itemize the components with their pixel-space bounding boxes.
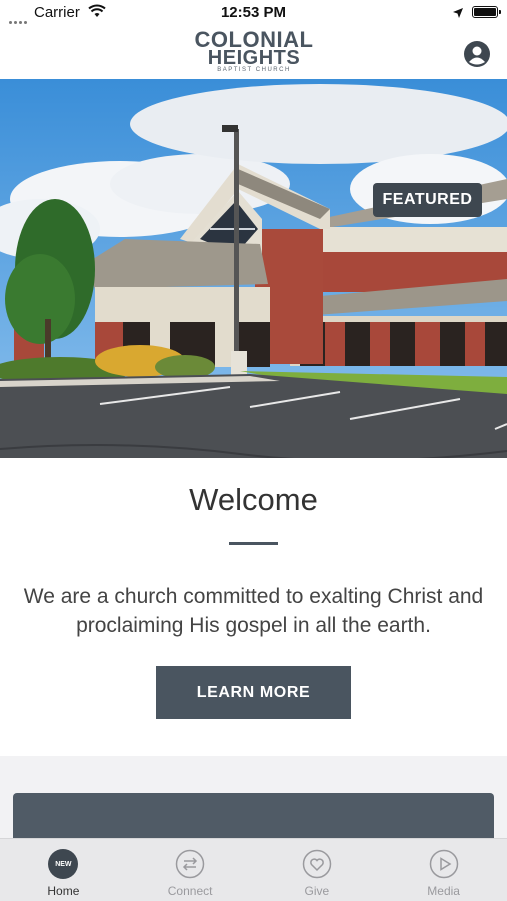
heart-icon [302,849,332,879]
learn-more-button[interactable]: LEARN MORE [156,666,351,719]
church-logo[interactable]: COLONIAL HEIGHTS BAPTIST CHURCH [194,29,314,74]
church-building-photo [0,79,507,458]
logo-line2: HEIGHTS [207,47,301,69]
tab-home[interactable]: NEW Home [0,839,127,901]
welcome-text: We are a church committed to exalting Ch… [23,585,484,637]
tab-label-media: Media [427,884,460,898]
new-icon: NEW [48,849,79,879]
battery-icon [472,6,501,18]
tab-bar: NEW Home Connect Give Media [0,838,507,901]
tab-label-connect: Connect [167,884,213,898]
featured-badge: FEATURED [373,183,482,217]
app-header: COLONIAL HEIGHTS BAPTIST CHURCH [0,26,507,79]
tab-media[interactable]: Media [380,839,507,901]
featured-hero-image[interactable]: FEATURED [0,79,507,458]
tab-label-give: Give [304,884,330,898]
tab-connect[interactable]: Connect [127,839,254,901]
location-arrow-icon [452,6,464,23]
welcome-title: Welcome [189,482,318,517]
play-icon [429,849,459,879]
tab-label-home: Home [47,884,80,898]
tab-give[interactable]: Give [254,839,381,901]
profile-icon[interactable] [463,40,491,68]
status-bar: Carrier 12:53 PM [0,0,507,26]
clock: 12:53 PM [220,4,287,21]
connect-arrows-icon [175,849,205,879]
title-divider [229,542,278,545]
welcome-card: Welcome We are a church committed to exa… [0,458,507,756]
